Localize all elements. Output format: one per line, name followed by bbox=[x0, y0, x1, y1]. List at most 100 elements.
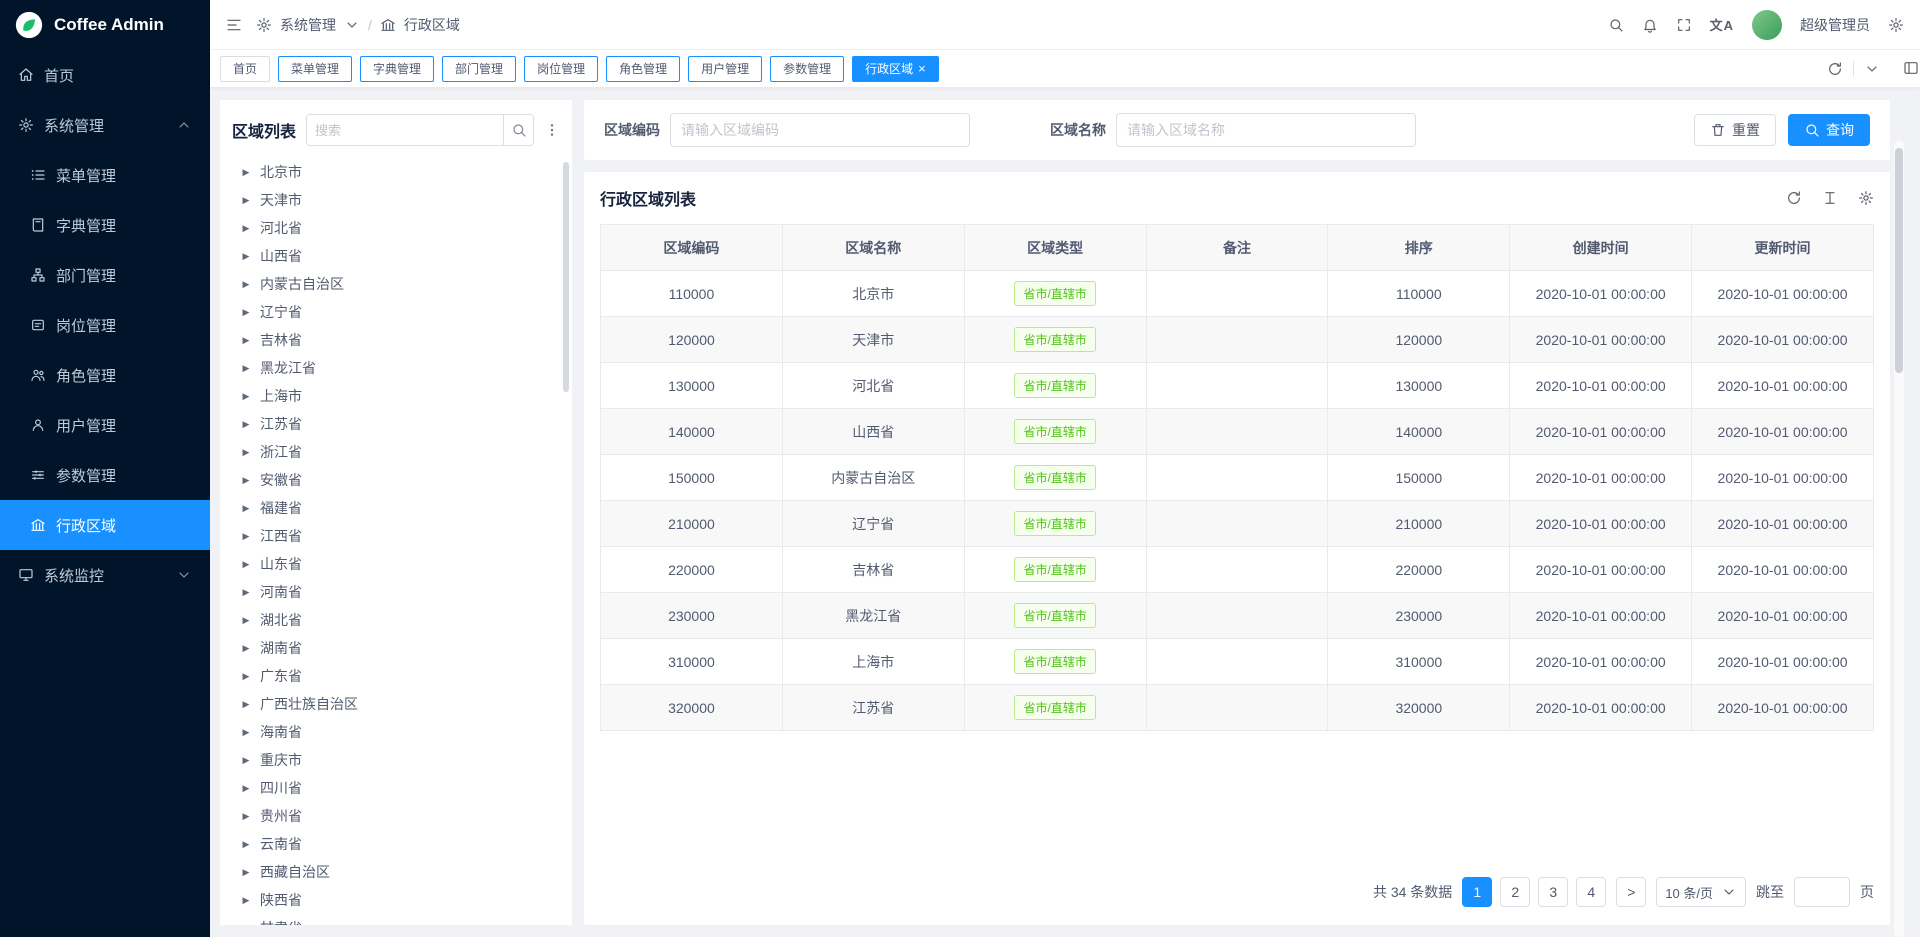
table-row[interactable]: 110000 北京市 省市/直辖市 110000 2020-10-01 00:0… bbox=[601, 271, 1874, 317]
tree-item[interactable]: ▶ 四川省 bbox=[232, 774, 560, 802]
column-header[interactable]: 备注 bbox=[1146, 225, 1328, 271]
tab[interactable]: 字典管理 × bbox=[360, 56, 434, 82]
name-input[interactable] bbox=[1116, 113, 1416, 147]
caret-right-icon[interactable]: ▶ bbox=[240, 447, 252, 458]
caret-right-icon[interactable]: ▶ bbox=[240, 923, 252, 926]
caret-right-icon[interactable]: ▶ bbox=[240, 699, 252, 710]
tree-item[interactable]: ▶ 北京市 bbox=[232, 158, 560, 186]
tree-item[interactable]: ▶ 湖南省 bbox=[232, 634, 560, 662]
table-row[interactable]: 210000 辽宁省 省市/直辖市 210000 2020-10-01 00:0… bbox=[601, 501, 1874, 547]
refresh-icon[interactable] bbox=[1786, 190, 1802, 206]
sidebar-item-user-mgmt[interactable]: 用户管理 bbox=[0, 400, 210, 450]
tree-item[interactable]: ▶ 山东省 bbox=[232, 550, 560, 578]
tree-item[interactable]: ▶ 陕西省 bbox=[232, 886, 560, 914]
caret-right-icon[interactable]: ▶ bbox=[240, 839, 252, 850]
tree-item[interactable]: ▶ 云南省 bbox=[232, 830, 560, 858]
caret-right-icon[interactable]: ▶ bbox=[240, 223, 252, 234]
tree-item[interactable]: ▶ 湖北省 bbox=[232, 606, 560, 634]
tree-item[interactable]: ▶ 广西壮族自治区 bbox=[232, 690, 560, 718]
search-icon[interactable] bbox=[1608, 17, 1624, 33]
reset-button[interactable]: 重置 bbox=[1694, 114, 1776, 146]
settings-gear-icon[interactable] bbox=[1888, 17, 1904, 33]
caret-right-icon[interactable]: ▶ bbox=[240, 335, 252, 346]
tab[interactable]: 用户管理 × bbox=[688, 56, 762, 82]
layout-icon[interactable] bbox=[1903, 60, 1919, 76]
tab[interactable]: 菜单管理 × bbox=[278, 56, 352, 82]
column-header[interactable]: 创建时间 bbox=[1510, 225, 1692, 271]
chevron-down-icon[interactable] bbox=[344, 17, 360, 33]
caret-right-icon[interactable]: ▶ bbox=[240, 559, 252, 570]
tree-item[interactable]: ▶ 安徽省 bbox=[232, 466, 560, 494]
sidebar-item-monitor[interactable]: 系统监控 bbox=[0, 550, 210, 600]
bell-icon[interactable] bbox=[1642, 17, 1658, 33]
caret-right-icon[interactable]: ▶ bbox=[240, 587, 252, 598]
page-button[interactable]: 1 bbox=[1462, 877, 1492, 907]
caret-right-icon[interactable]: ▶ bbox=[240, 867, 252, 878]
caret-right-icon[interactable]: ▶ bbox=[240, 643, 252, 654]
caret-right-icon[interactable]: ▶ bbox=[240, 279, 252, 290]
tree-item[interactable]: ▶ 天津市 bbox=[232, 186, 560, 214]
caret-right-icon[interactable]: ▶ bbox=[240, 195, 252, 206]
tree-item[interactable]: ▶ 江西省 bbox=[232, 522, 560, 550]
tree-item[interactable]: ▶ 江苏省 bbox=[232, 410, 560, 438]
tree-item[interactable]: ▶ 海南省 bbox=[232, 718, 560, 746]
column-header[interactable]: 更新时间 bbox=[1692, 225, 1874, 271]
caret-right-icon[interactable]: ▶ bbox=[240, 671, 252, 682]
page-button[interactable]: 3 bbox=[1538, 877, 1568, 907]
sidebar-item-dict-mgmt[interactable]: 字典管理 bbox=[0, 200, 210, 250]
table-row[interactable]: 310000 上海市 省市/直辖市 310000 2020-10-01 00:0… bbox=[601, 639, 1874, 685]
app-logo[interactable]: Coffee Admin bbox=[0, 0, 210, 50]
table-row[interactable]: 130000 河北省 省市/直辖市 130000 2020-10-01 00:0… bbox=[601, 363, 1874, 409]
page-size-select[interactable]: 10 条/页 bbox=[1656, 877, 1746, 907]
caret-right-icon[interactable]: ▶ bbox=[240, 475, 252, 486]
tree-item[interactable]: ▶ 浙江省 bbox=[232, 438, 560, 466]
sidebar-item-home[interactable]: 首页 bbox=[0, 50, 210, 100]
jump-input[interactable] bbox=[1794, 877, 1850, 907]
column-header[interactable]: 区域编码 bbox=[601, 225, 783, 271]
code-input[interactable] bbox=[670, 113, 970, 147]
tree-item[interactable]: ▶ 重庆市 bbox=[232, 746, 560, 774]
tab[interactable]: 行政区域 × bbox=[852, 56, 939, 82]
table-row[interactable]: 320000 江苏省 省市/直辖市 320000 2020-10-01 00:0… bbox=[601, 685, 1874, 731]
tree-item[interactable]: ▶ 甘肃省 bbox=[232, 914, 560, 925]
tree-item[interactable]: ▶ 辽宁省 bbox=[232, 298, 560, 326]
caret-right-icon[interactable]: ▶ bbox=[240, 391, 252, 402]
caret-right-icon[interactable]: ▶ bbox=[240, 615, 252, 626]
close-icon[interactable]: × bbox=[918, 62, 926, 75]
tab[interactable]: 角色管理 × bbox=[606, 56, 680, 82]
caret-right-icon[interactable]: ▶ bbox=[240, 363, 252, 374]
caret-right-icon[interactable]: ▶ bbox=[240, 727, 252, 738]
column-header[interactable]: 排序 bbox=[1328, 225, 1510, 271]
sidebar-item-system[interactable]: 系统管理 bbox=[0, 100, 210, 150]
caret-right-icon[interactable]: ▶ bbox=[240, 167, 252, 178]
column-header[interactable]: 区域类型 bbox=[964, 225, 1146, 271]
tree-item[interactable]: ▶ 福建省 bbox=[232, 494, 560, 522]
tab[interactable]: 部门管理 × bbox=[442, 56, 516, 82]
table-row[interactable]: 150000 内蒙古自治区 省市/直辖市 150000 2020-10-01 0… bbox=[601, 455, 1874, 501]
sidebar-item-role-mgmt[interactable]: 角色管理 bbox=[0, 350, 210, 400]
tree-item[interactable]: ▶ 黑龙江省 bbox=[232, 354, 560, 382]
chevron-down-icon[interactable] bbox=[1864, 61, 1880, 77]
caret-right-icon[interactable]: ▶ bbox=[240, 307, 252, 318]
search-icon[interactable] bbox=[503, 115, 533, 145]
sidebar-item-dept-mgmt[interactable]: 部门管理 bbox=[0, 250, 210, 300]
tree-scrollbar[interactable] bbox=[563, 162, 569, 392]
caret-right-icon[interactable]: ▶ bbox=[240, 419, 252, 430]
caret-right-icon[interactable]: ▶ bbox=[240, 503, 252, 514]
table-row[interactable]: 230000 黑龙江省 省市/直辖市 230000 2020-10-01 00:… bbox=[601, 593, 1874, 639]
tab[interactable]: 首页 × bbox=[220, 56, 270, 82]
more-options-icon[interactable] bbox=[544, 122, 560, 138]
tree-item[interactable]: ▶ 贵州省 bbox=[232, 802, 560, 830]
sidebar-item-region[interactable]: 行政区域 bbox=[0, 500, 210, 550]
tree-item[interactable]: ▶ 河北省 bbox=[232, 214, 560, 242]
tab[interactable]: 参数管理 × bbox=[770, 56, 844, 82]
column-header[interactable]: 区域名称 bbox=[782, 225, 964, 271]
table-row[interactable]: 140000 山西省 省市/直辖市 140000 2020-10-01 00:0… bbox=[601, 409, 1874, 455]
tree-item[interactable]: ▶ 山西省 bbox=[232, 242, 560, 270]
breadcrumb-level1[interactable]: 系统管理 bbox=[280, 15, 336, 35]
table-row[interactable]: 220000 吉林省 省市/直辖市 220000 2020-10-01 00:0… bbox=[601, 547, 1874, 593]
tree-item[interactable]: ▶ 内蒙古自治区 bbox=[232, 270, 560, 298]
fullscreen-icon[interactable] bbox=[1676, 17, 1692, 33]
tree-item[interactable]: ▶ 西藏自治区 bbox=[232, 858, 560, 886]
scrollbar-thumb[interactable] bbox=[1895, 148, 1903, 373]
